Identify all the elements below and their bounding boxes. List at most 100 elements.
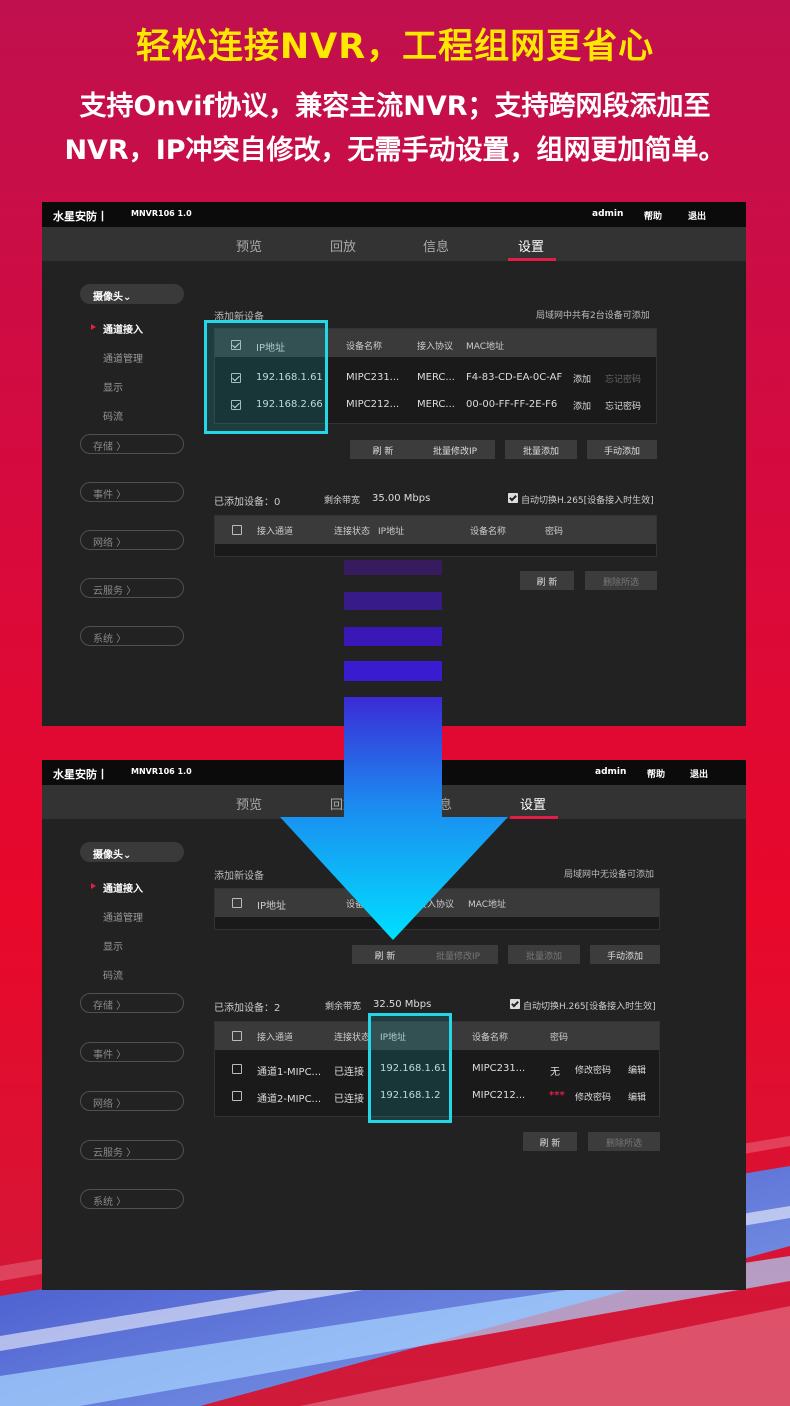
manual-add-button[interactable]: 手动添加 xyxy=(590,945,660,964)
sidebar-cloud[interactable]: 云服务 〉 xyxy=(80,1140,184,1160)
col-password: 密码 xyxy=(550,1033,569,1043)
subline-2: NVR，IP冲突自修改，无需手动设置，组网更加简单。 xyxy=(64,135,726,166)
forgot-password-link[interactable]: 忘记密码 xyxy=(605,372,641,385)
sidebar-item-channel-manage[interactable]: 通道管理 xyxy=(103,350,143,365)
edit-link[interactable]: 编辑 xyxy=(628,1063,646,1076)
col-ip: IP地址 xyxy=(378,527,405,537)
tab-playback[interactable]: 回放 xyxy=(330,236,356,255)
ip-highlight-box xyxy=(368,1013,452,1123)
edit-link[interactable]: 编辑 xyxy=(628,1090,646,1103)
sidebar-event[interactable]: 事件 〉 xyxy=(80,1042,184,1062)
refresh-button[interactable]: 刷 新 xyxy=(352,945,418,964)
batch-add-button[interactable]: 批量添加 xyxy=(505,440,577,459)
brand-logo: 水星安防丨 xyxy=(53,768,108,781)
col-name: 设备名称 xyxy=(472,1033,509,1043)
sidebar-item-channel-access[interactable]: 通道接入 xyxy=(103,880,143,895)
auto-h265-checkbox[interactable] xyxy=(510,999,520,1009)
refresh-button[interactable]: 刷 新 xyxy=(523,1132,577,1151)
row-password: 无 xyxy=(550,1067,560,1078)
sidebar-system[interactable]: 系统 〉 xyxy=(80,626,184,646)
add-link[interactable]: 添加 xyxy=(573,399,591,412)
sidebar-system[interactable]: 系统 〉 xyxy=(80,1189,184,1209)
delete-selected-button[interactable]: 删除所选 xyxy=(588,1132,660,1151)
sidebar-item-channel-access[interactable]: 通道接入 xyxy=(103,321,143,336)
sidebar-item-channel-manage[interactable]: 通道管理 xyxy=(103,909,143,924)
top-bar: 水星安防丨 MNVR106 1.0 admin 帮助 退出 xyxy=(42,202,746,227)
auto-h265-checkbox[interactable] xyxy=(508,493,518,503)
tab-info[interactable]: 信息 xyxy=(423,236,449,255)
select-all-checkbox[interactable] xyxy=(232,898,242,908)
headline: 轻松连接NVR，工程组网更省心 xyxy=(135,27,655,67)
delete-selected-button[interactable]: 删除所选 xyxy=(585,571,657,590)
arrow-stripe xyxy=(344,560,442,575)
sidebar-item-stream[interactable]: 码流 xyxy=(103,967,123,982)
logout-link[interactable]: 退出 xyxy=(688,209,706,222)
model-label: MNVR106 1.0 xyxy=(131,209,192,218)
nvr-panel-before: 水星安防丨 MNVR106 1.0 admin 帮助 退出 预览 回放 信息 设… xyxy=(42,202,746,726)
row-checkbox[interactable] xyxy=(232,1064,242,1074)
col-status: 连接状态 xyxy=(334,527,371,537)
added-count: 已添加设备：0 xyxy=(214,497,281,508)
sidebar-camera[interactable]: 摄像头⌄ xyxy=(80,284,184,304)
sidebar-network[interactable]: 网络 〉 xyxy=(80,1091,184,1111)
row-channel: 通道1-MIPC... xyxy=(257,1067,322,1078)
model-label: MNVR106 1.0 xyxy=(131,767,192,776)
sidebar-event[interactable]: 事件 〉 xyxy=(80,482,184,502)
arrow-stripe xyxy=(344,592,442,610)
sidebar-item-display[interactable]: 显示 xyxy=(103,938,123,953)
sidebar-network[interactable]: 网络 〉 xyxy=(80,530,184,550)
help-link[interactable]: 帮助 xyxy=(647,767,665,780)
sidebar-camera[interactable]: 摄像头⌄ xyxy=(80,842,184,862)
user-menu[interactable]: admin xyxy=(592,209,623,219)
auto-h265-label: 自动切换H.265[设备接入时生效] xyxy=(523,1002,656,1012)
refresh-button[interactable]: 刷 新 xyxy=(350,440,416,459)
ip-highlight-box xyxy=(204,320,328,434)
row-proto: MERC... xyxy=(417,372,455,383)
logout-link[interactable]: 退出 xyxy=(690,767,708,780)
add-device-title: 添加新设备 xyxy=(214,871,264,882)
bandwidth-label: 剩余带宽 xyxy=(324,496,361,506)
auto-h265-label: 自动切换H.265[设备接入时生效] xyxy=(521,496,654,506)
sidebar-item-display[interactable]: 显示 xyxy=(103,379,123,394)
select-all-checkbox[interactable] xyxy=(232,1031,242,1041)
active-marker-icon xyxy=(91,883,96,889)
tab-settings[interactable]: 设置 xyxy=(518,236,544,255)
select-all-checkbox[interactable] xyxy=(232,525,242,535)
edit-password-link[interactable]: 修改密码 xyxy=(575,1090,611,1103)
sidebar-storage[interactable]: 存储 〉 xyxy=(80,993,184,1013)
edit-password-link[interactable]: 修改密码 xyxy=(575,1063,611,1076)
arrow-stripe xyxy=(344,627,442,646)
help-link[interactable]: 帮助 xyxy=(644,209,662,222)
active-tab-indicator xyxy=(510,816,558,819)
col-name: 设备名称 xyxy=(346,342,383,352)
row-name: MIPC212... xyxy=(472,1090,526,1101)
sidebar-cloud[interactable]: 云服务 〉 xyxy=(80,578,184,598)
row-mac: F4-83-CD-EA-0C-AF xyxy=(466,372,563,383)
brand-logo: 水星安防丨 xyxy=(53,210,108,223)
col-mac: MAC地址 xyxy=(466,342,505,352)
row-mac: 00-00-FF-FF-2E-F6 xyxy=(466,399,558,410)
batch-add-button[interactable]: 批量添加 xyxy=(508,945,580,964)
refresh-button[interactable]: 刷 新 xyxy=(520,571,574,590)
user-menu[interactable]: admin xyxy=(595,767,626,777)
batch-edit-ip-button[interactable]: 批量修改IP xyxy=(418,945,498,964)
down-arrow-icon xyxy=(280,697,508,940)
row-name: MIPC231... xyxy=(472,1063,526,1074)
main-nav: 预览 回放 信息 设置 xyxy=(42,227,746,261)
add-link[interactable]: 添加 xyxy=(573,372,591,385)
forgot-password-link[interactable]: 忘记密码 xyxy=(605,399,641,412)
tab-preview[interactable]: 预览 xyxy=(236,236,262,255)
lan-note: 局域网中无设备可添加 xyxy=(564,870,655,880)
sidebar-item-stream[interactable]: 码流 xyxy=(103,408,123,423)
col-status: 连接状态 xyxy=(334,1033,371,1043)
batch-edit-ip-button[interactable]: 批量修改IP xyxy=(415,440,495,459)
tab-settings[interactable]: 设置 xyxy=(520,794,546,813)
tab-preview[interactable]: 预览 xyxy=(236,794,262,813)
row-status: 已连接 xyxy=(334,1067,364,1078)
active-tab-indicator xyxy=(508,258,556,261)
row-checkbox[interactable] xyxy=(232,1091,242,1101)
sidebar-storage[interactable]: 存储 〉 xyxy=(80,434,184,454)
manual-add-button[interactable]: 手动添加 xyxy=(587,440,657,459)
row-proto: MERC... xyxy=(417,399,455,410)
bandwidth-label: 剩余带宽 xyxy=(325,1002,362,1012)
